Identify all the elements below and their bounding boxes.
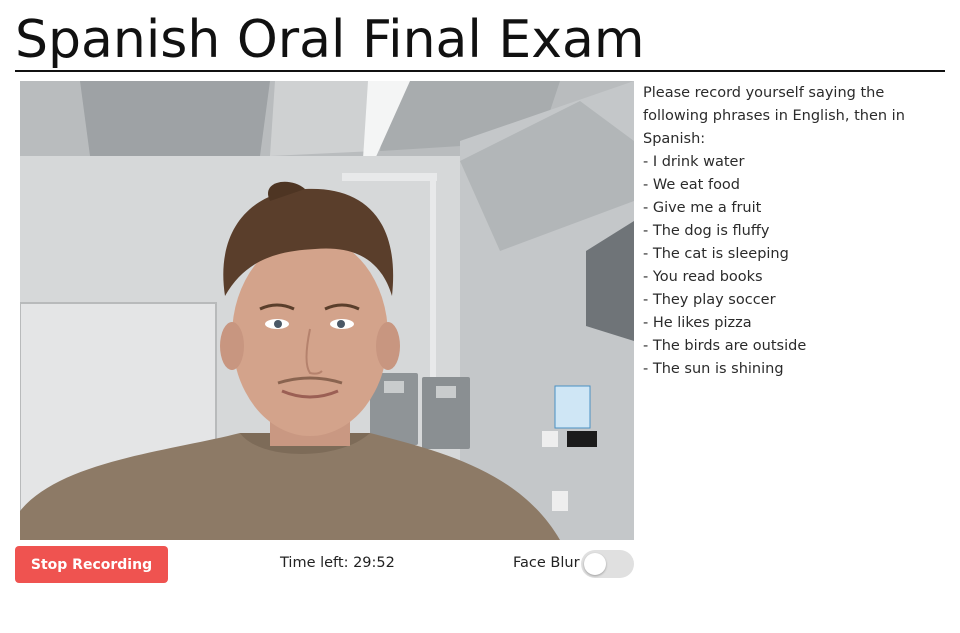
face-blur-toggle[interactable] xyxy=(581,550,634,578)
phrase-list: - I drink water - We eat food - Give me … xyxy=(643,151,943,381)
webcam-feed-image xyxy=(20,81,634,540)
stop-recording-button[interactable]: Stop Recording xyxy=(15,546,168,583)
page-title: Spanish Oral Final Exam xyxy=(15,10,645,70)
phrase-item: - I drink water xyxy=(643,154,745,170)
title-divider xyxy=(15,70,945,72)
instructions-text: Please record yourself saying the follow… xyxy=(643,85,905,147)
phrase-item: - He likes pizza xyxy=(643,315,752,331)
phrase-item: - Give me a fruit xyxy=(643,200,762,216)
phrase-item: - The sun is shining xyxy=(643,361,784,377)
phrase-item: - The birds are outside xyxy=(643,338,807,354)
webcam-preview xyxy=(20,81,634,540)
phrase-item: - They play soccer xyxy=(643,292,776,308)
phrase-item: - We eat food xyxy=(643,177,741,193)
phrase-item: - You read books xyxy=(643,269,763,285)
phrase-item: - The cat is sleeping xyxy=(643,246,789,262)
phrase-item: - The dog is fluffy xyxy=(643,223,770,239)
toggle-knob xyxy=(584,553,606,575)
face-blur-control: Face Blur xyxy=(513,550,635,580)
instructions-panel: Please record yourself saying the follow… xyxy=(643,82,943,381)
exam-page: Spanish Oral Final Exam Please record yo… xyxy=(0,0,960,633)
face-blur-label: Face Blur xyxy=(513,555,580,571)
recording-controls: Stop Recording Time left: 29:52 Face Blu… xyxy=(15,546,635,584)
time-left-readout: Time left: 29:52 xyxy=(280,555,395,571)
